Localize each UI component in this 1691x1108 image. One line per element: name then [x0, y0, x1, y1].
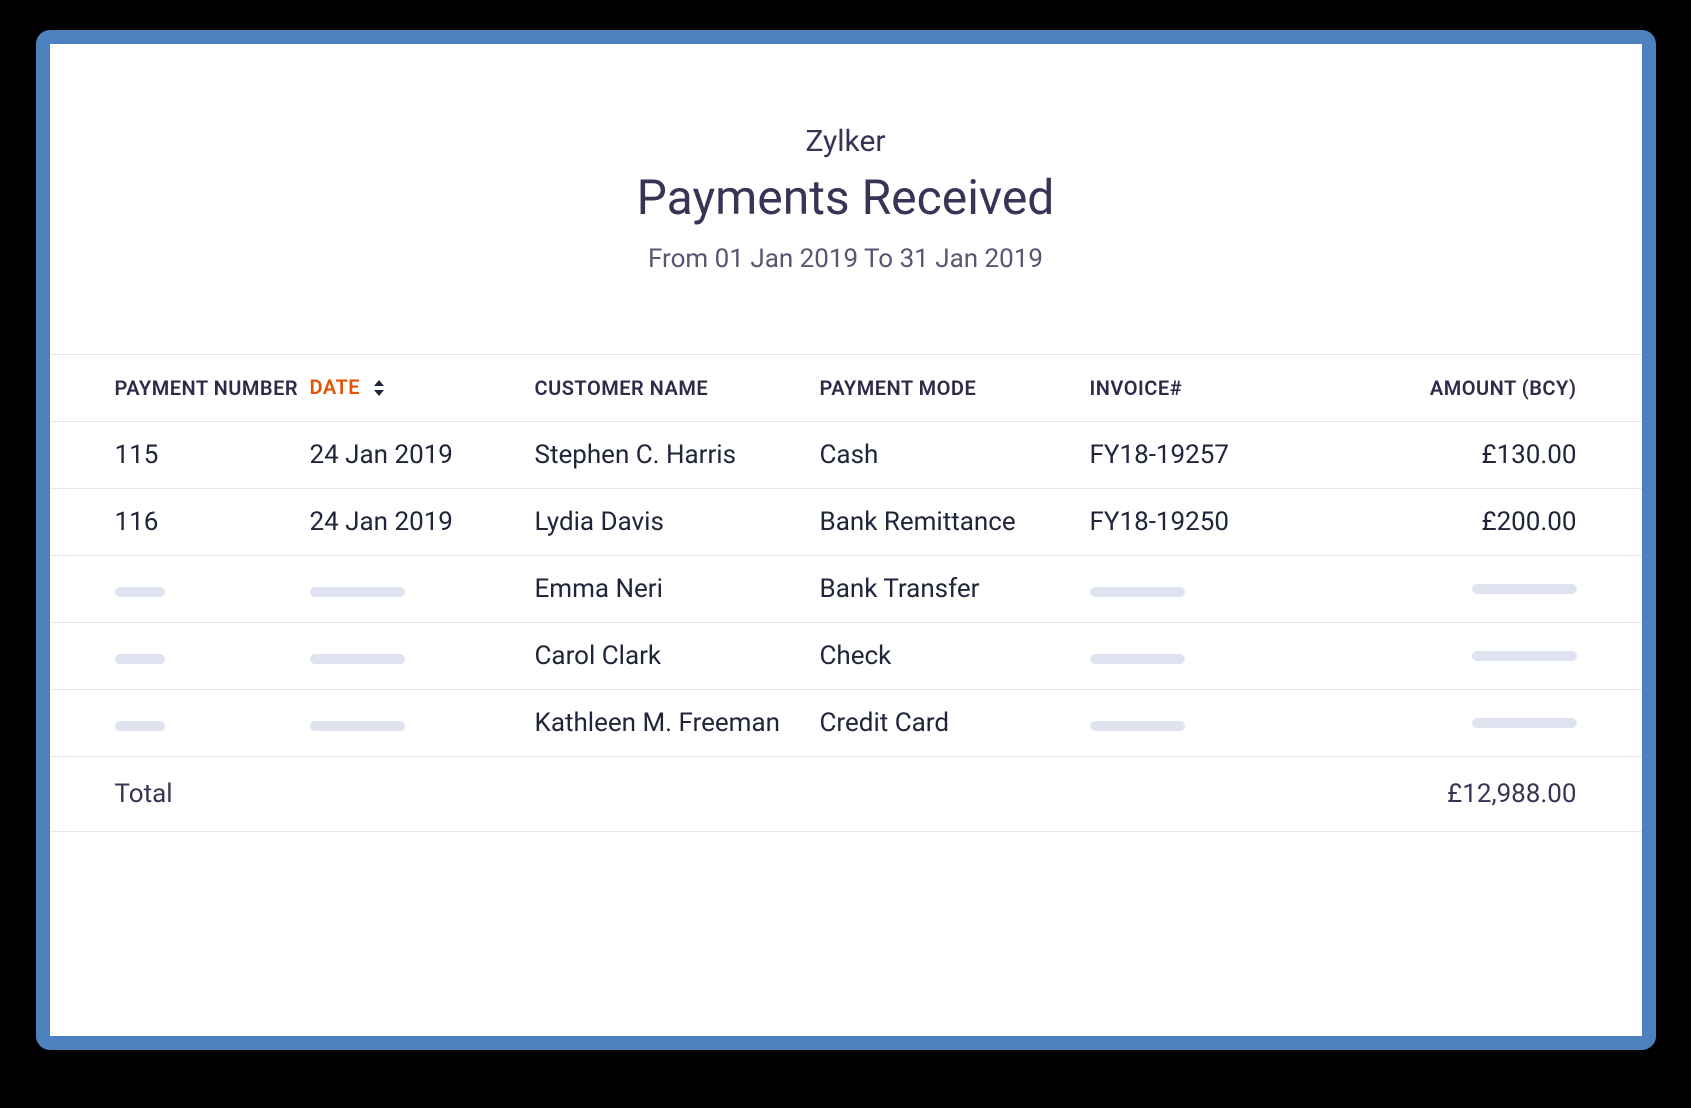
cell-mode: Credit Card — [820, 689, 1090, 756]
cell-placeholder — [310, 555, 535, 622]
report-title: Payments Received — [110, 169, 1582, 226]
cell-mode: Check — [820, 622, 1090, 689]
col-header-mode[interactable]: PAYMENT MODE — [820, 355, 1090, 422]
cell-customer-link[interactable]: Lydia Davis — [535, 488, 820, 555]
col-header-customer[interactable]: CUSTOMER NAME — [535, 355, 820, 422]
cell-placeholder — [50, 622, 310, 689]
total-amount: £12,988.00 — [1310, 756, 1642, 831]
payments-table: PAYMENT NUMBER DATE CUSTOMER NAME PAYMEN… — [50, 354, 1642, 832]
cell-customer-link[interactable]: Carol Clark — [535, 622, 820, 689]
cell-placeholder — [1090, 622, 1310, 689]
cell-amount-link[interactable]: £200.00 — [1310, 488, 1642, 555]
cell-invoice: FY18-19257 — [1090, 421, 1310, 488]
total-label: Total — [50, 756, 1310, 831]
report-header: Zylker Payments Received From 01 Jan 201… — [50, 124, 1642, 274]
cell-date: 24 Jan 2019 — [310, 421, 535, 488]
cell-placeholder — [1310, 622, 1642, 689]
table-row: 116 24 Jan 2019 Lydia Davis Bank Remitta… — [50, 488, 1642, 555]
cell-placeholder — [50, 555, 310, 622]
table-header-row: PAYMENT NUMBER DATE CUSTOMER NAME PAYMEN… — [50, 355, 1642, 422]
col-header-payment-number[interactable]: PAYMENT NUMBER — [50, 355, 310, 422]
table-row: 115 24 Jan 2019 Stephen C. Harris Cash F… — [50, 421, 1642, 488]
cell-customer-link[interactable]: Stephen C. Harris — [535, 421, 820, 488]
col-header-date[interactable]: DATE — [310, 355, 535, 422]
table-row: Carol Clark Check — [50, 622, 1642, 689]
cell-payment-number: 116 — [50, 488, 310, 555]
cell-placeholder — [1310, 689, 1642, 756]
cell-placeholder — [310, 622, 535, 689]
cell-amount-link[interactable]: £130.00 — [1310, 421, 1642, 488]
cell-date: 24 Jan 2019 — [310, 488, 535, 555]
cell-customer-link[interactable]: Kathleen M. Freeman — [535, 689, 820, 756]
col-header-invoice[interactable]: INVOICE# — [1090, 355, 1310, 422]
col-header-date-label: DATE — [310, 375, 361, 399]
cell-mode: Bank Remittance — [820, 488, 1090, 555]
report-card: Zylker Payments Received From 01 Jan 201… — [36, 30, 1656, 1050]
table-row: Emma Neri Bank Transfer — [50, 555, 1642, 622]
sort-icon — [372, 377, 386, 401]
cell-placeholder — [1090, 689, 1310, 756]
cell-customer-link[interactable]: Emma Neri — [535, 555, 820, 622]
cell-mode: Cash — [820, 421, 1090, 488]
cell-placeholder — [1310, 555, 1642, 622]
total-row: Total £12,988.00 — [50, 756, 1642, 831]
date-range: From 01 Jan 2019 To 31 Jan 2019 — [110, 244, 1582, 274]
cell-placeholder — [310, 689, 535, 756]
table-row: Kathleen M. Freeman Credit Card — [50, 689, 1642, 756]
cell-payment-number: 115 — [50, 421, 310, 488]
col-header-amount[interactable]: AMOUNT (BCY) — [1310, 355, 1642, 422]
cell-placeholder — [50, 689, 310, 756]
company-name: Zylker — [110, 124, 1582, 159]
cell-placeholder — [1090, 555, 1310, 622]
cell-invoice: FY18-19250 — [1090, 488, 1310, 555]
cell-mode: Bank Transfer — [820, 555, 1090, 622]
